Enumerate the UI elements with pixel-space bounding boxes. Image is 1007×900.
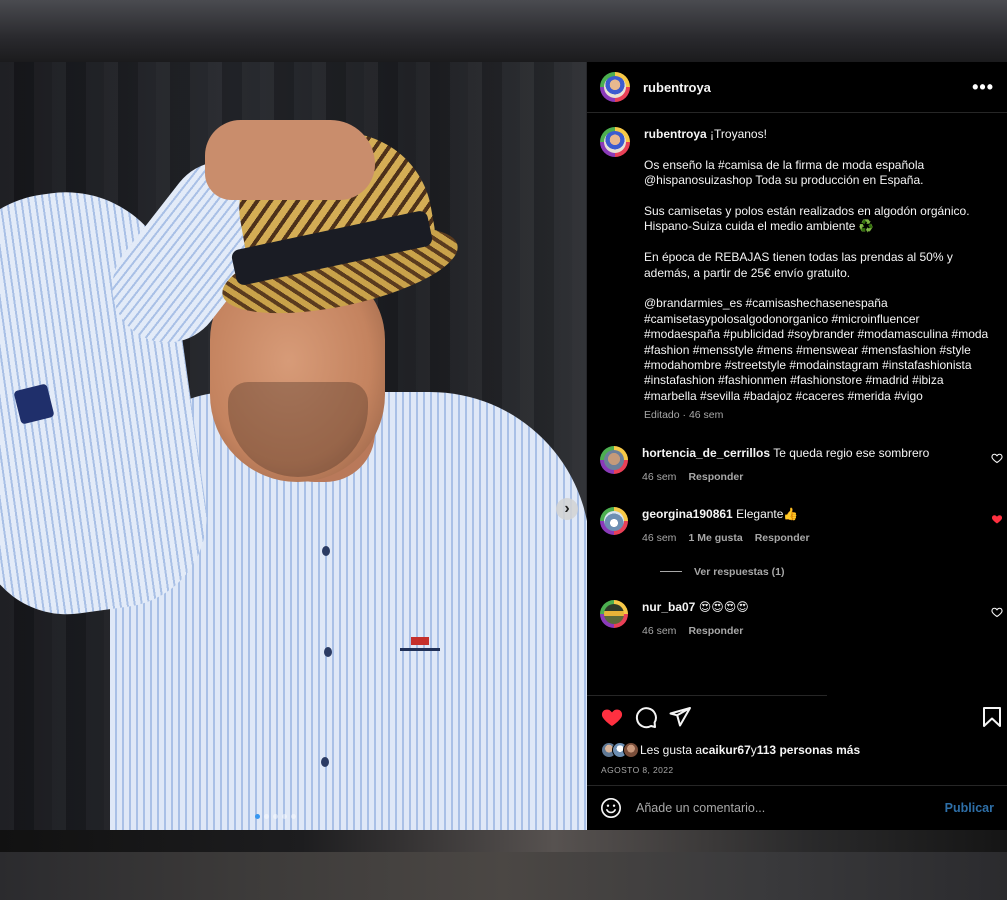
carousel-dot: [255, 814, 260, 819]
emoji-icon[interactable]: [600, 797, 622, 819]
backdrop-top: [0, 0, 1007, 62]
caption-line: ¡Troyanos!: [710, 127, 767, 141]
carousel-dot: [282, 814, 287, 819]
chest-logo: [400, 637, 440, 653]
scroll-divider: [587, 695, 827, 696]
chevron-right-icon: ›: [564, 500, 570, 517]
carousel-dot: [264, 814, 269, 819]
caption-line: En época de REBAJAS tienen todas las pre…: [644, 250, 953, 280]
comment: nur_ba07 😍😍😍😍 46 sem Responder: [600, 599, 1003, 639]
likes-prefix: Les gusta a: [640, 743, 703, 757]
hand: [205, 120, 375, 200]
caption-line: Os enseño la #camisa de la firma de moda…: [644, 157, 925, 188]
caption-hashtags: @brandarmies_es #camisashechasenespaña #…: [644, 296, 989, 403]
heart-outline-icon[interactable]: [991, 452, 1003, 464]
comment: georgina190861 Elegante👍 46 sem 1 Me gus…: [600, 506, 1003, 546]
comment-time: 46 sem: [642, 624, 677, 637]
view-replies-button[interactable]: Ver respuestas (1): [660, 566, 994, 578]
likes-others[interactable]: 113 personas más: [757, 743, 860, 757]
comment-username[interactable]: nur_ba07: [642, 600, 695, 614]
post-dialog: › rubentroya ••• rubentroya ¡Troyanos! O…: [0, 62, 1007, 830]
view-replies-label: Ver respuestas (1): [694, 565, 785, 578]
caption-line: Sus camisetas y polos están realizados e…: [644, 204, 970, 234]
reply-button[interactable]: Responder: [688, 470, 743, 485]
comment-input[interactable]: Añade un comentario...: [636, 801, 765, 815]
heart-filled-icon[interactable]: [600, 705, 624, 729]
add-comment-bar: Añade un comentario... Publicar: [587, 785, 1007, 830]
caption-meta: Editado · 46 sem: [644, 409, 724, 422]
comment-text: Te queda regio ese sombrero: [773, 445, 930, 460]
reply-button[interactable]: Responder: [755, 531, 810, 546]
commenter-avatar[interactable]: [600, 506, 628, 535]
shirt-button: [321, 757, 329, 767]
carousel-dot: [291, 814, 296, 819]
liker-username[interactable]: caikur67: [702, 743, 751, 757]
heart-outline-icon[interactable]: [991, 606, 1003, 618]
backdrop-bottom: [0, 830, 1007, 900]
author-avatar[interactable]: [600, 72, 630, 102]
replies-divider: [660, 571, 682, 573]
comment-icon[interactable]: [634, 705, 658, 729]
comment-text: 😍😍😍😍: [698, 599, 749, 614]
comment-username[interactable]: georgina190861: [642, 507, 733, 521]
caption-avatar[interactable]: [600, 127, 630, 157]
post-photo: ›: [0, 62, 587, 830]
comment-username[interactable]: hortencia_de_cerrillos: [642, 446, 770, 460]
comment-likes[interactable]: 1 Me gusta: [688, 531, 742, 546]
carousel-dots: [255, 814, 296, 819]
comment-time: 46 sem: [642, 470, 677, 483]
bookmark-icon[interactable]: [980, 705, 1004, 729]
post-actions: [587, 705, 1007, 733]
caption-username[interactable]: rubentroya: [644, 127, 707, 141]
likes-summary[interactable]: Les gusta a caikur67 y 113 personas más: [601, 742, 860, 758]
author-username[interactable]: rubentroya: [643, 80, 711, 95]
post-side-panel: rubentroya ••• rubentroya ¡Troyanos! Os …: [587, 62, 1007, 830]
comments-list[interactable]: rubentroya ¡Troyanos! Os enseño la #cami…: [587, 113, 1007, 705]
publish-button[interactable]: Publicar: [945, 801, 994, 815]
caption: rubentroya ¡Troyanos! Os enseño la #cami…: [600, 127, 994, 424]
comment: hortencia_de_cerrillos Te queda regio es…: [600, 445, 1003, 485]
shirt-button: [324, 647, 332, 657]
next-slide-button[interactable]: ›: [556, 498, 578, 520]
carousel-dot: [273, 814, 278, 819]
liker-avatar: [623, 742, 639, 758]
post-date: AGOSTO 8, 2022: [601, 765, 674, 775]
commenter-avatar[interactable]: [600, 599, 628, 628]
liker-avatars: [601, 742, 639, 758]
reply-button[interactable]: Responder: [688, 624, 743, 639]
shirt-button: [322, 546, 330, 556]
comment-text: Elegante👍: [736, 506, 799, 521]
heart-filled-icon[interactable]: [991, 513, 1003, 525]
comment-time: 46 sem: [642, 531, 677, 544]
post-header: rubentroya •••: [587, 62, 1007, 113]
more-horizontal-icon[interactable]: •••: [972, 77, 994, 98]
send-icon[interactable]: [668, 705, 692, 729]
commenter-avatar[interactable]: [600, 445, 628, 474]
